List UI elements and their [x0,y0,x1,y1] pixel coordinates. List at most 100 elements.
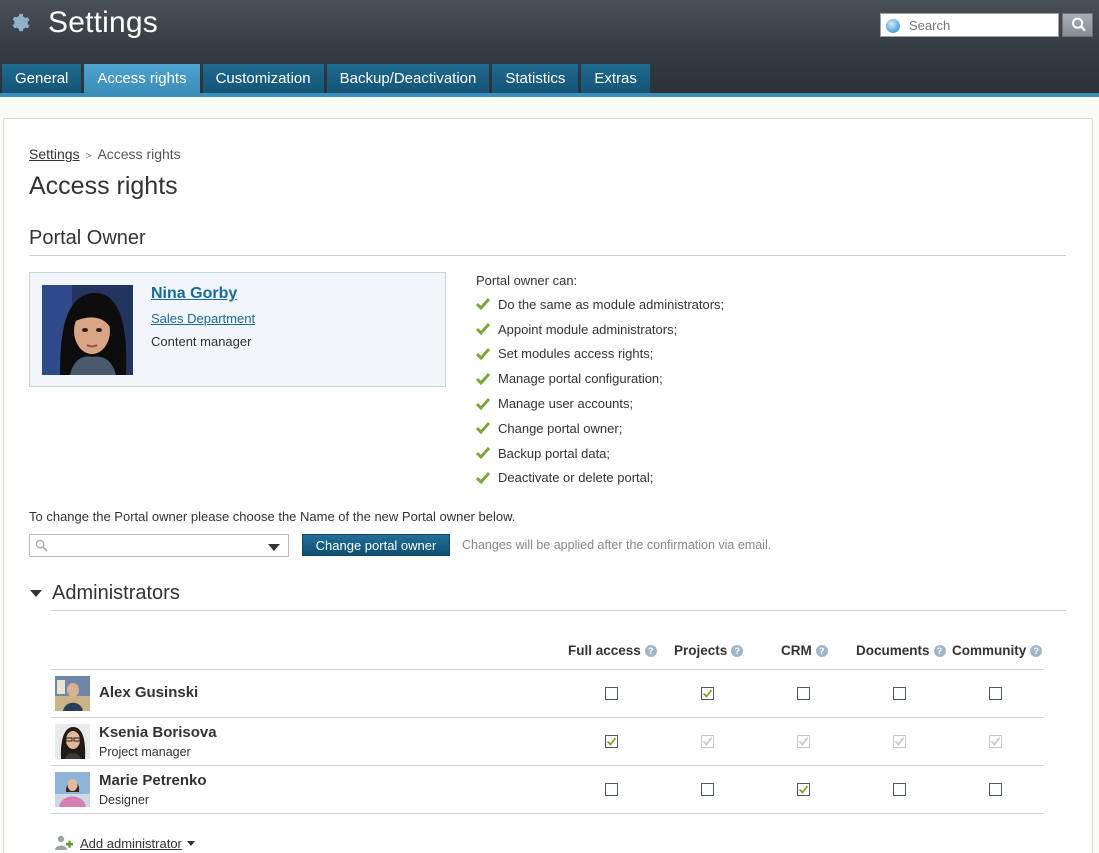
help-icon[interactable]: ? [815,644,828,657]
check-icon [894,737,905,746]
owner-can-text: Manage user accounts; [498,396,634,412]
col-header-label: Community [952,643,1027,658]
administrators-divider [51,610,1066,611]
col-header-community: Community? [952,643,1043,658]
app-header: Settings General Access rights Customiza… [0,0,1099,97]
check-icon [990,737,1001,746]
globe-icon [886,19,900,33]
checkbox-full-access[interactable] [605,687,618,700]
admin-role: Designer [99,793,150,807]
tab-access-rights[interactable]: Access rights [84,64,200,93]
tab-general[interactable]: General [2,64,82,93]
check-icon [798,785,809,794]
col-header-documents: Documents? [856,643,946,658]
app-title: Settings [48,6,158,39]
checkbox-documents[interactable] [893,687,906,700]
checkbox-full-access[interactable] [605,735,618,748]
help-icon[interactable]: ? [1030,644,1043,657]
page-title: Access rights [29,172,178,200]
table-divider [51,717,1044,718]
administrators-title: Administrators [52,582,180,604]
add-administrator[interactable]: Add administrator [55,834,195,852]
change-portal-owner-button[interactable]: Change portal owner [302,534,450,556]
owner-can-text: Appoint module administrators; [498,321,678,337]
portal-owner-title: Portal Owner [29,227,146,249]
admin-name: Alex Gusinski [99,684,199,701]
check-icon [702,737,713,746]
change-owner-instruction: To change the Portal owner please choose… [29,509,516,524]
checkbox-projects[interactable] [701,783,714,796]
search-box[interactable] [880,13,1059,37]
owner-can-text: Do the same as module administrators; [498,296,725,312]
search-input[interactable] [909,16,1054,34]
breadcrumb-current: Access rights [97,146,181,162]
col-header-label: CRM [781,643,812,658]
chevron-down-icon[interactable] [186,840,195,846]
tab-backup-deactivation[interactable]: Backup/Deactivation [326,64,490,93]
col-header-projects: Projects? [674,643,744,658]
avatar [55,724,90,759]
search-icon [35,539,48,552]
owner-can-text: Backup portal data; [498,445,611,461]
table-divider [51,669,1044,670]
check-icon [702,689,713,698]
check-icon [476,298,490,311]
tab-statistics[interactable]: Statistics [492,64,579,93]
add-user-icon [55,835,73,850]
tab-customization[interactable]: Customization [202,64,324,93]
checkbox-full-access[interactable] [605,783,618,796]
search-button[interactable] [1062,13,1093,37]
checkbox-crm[interactable] [797,687,810,700]
list-item: Do the same as module administrators; [476,292,724,317]
checkbox-crm[interactable] [797,783,810,796]
checkbox-community[interactable] [989,783,1002,796]
check-icon [476,323,490,336]
list-item: Manage user accounts; [476,391,724,416]
owner-can-text: Change portal owner; [498,420,623,436]
check-icon [476,372,490,385]
portal-owner-divider [29,255,1066,256]
list-item: Deactivate or delete portal; [476,466,724,491]
gear-icon [12,13,30,32]
owner-name-link[interactable]: Nina Gorby [151,285,237,303]
list-item: Set modules access rights; [476,342,724,367]
collapse-toggle-icon[interactable] [30,590,42,597]
tab-extras[interactable]: Extras [581,64,650,93]
list-item: Change portal owner; [476,416,724,441]
checkbox-documents[interactable] [893,783,906,796]
owner-can-text: Deactivate or delete portal; [498,470,654,486]
col-header-crm: CRM? [781,643,828,658]
change-owner-note: Changes will be applied after the confir… [462,538,772,552]
owner-card: Nina Gorby Sales Department Content mana… [29,272,446,387]
owner-department-link[interactable]: Sales Department [151,311,255,326]
tab-underline [0,93,1099,97]
col-header-label: Full access [568,643,641,658]
checkbox-community [989,735,1002,748]
help-icon[interactable]: ? [731,644,744,657]
breadcrumb-settings-link[interactable]: Settings [29,146,80,162]
search-icon [1071,17,1086,32]
check-icon [476,471,490,485]
check-icon [476,422,490,435]
owner-avatar [42,285,133,375]
checkbox-projects [701,735,714,748]
add-administrator-label[interactable]: Add administrator [80,836,182,851]
breadcrumb: Settings > Access rights [29,146,181,162]
help-icon[interactable]: ? [644,644,657,657]
checkbox-crm [797,735,810,748]
avatar [55,676,90,711]
owner-role: Content manager [151,334,252,349]
new-owner-select[interactable] [29,534,289,557]
chevron-down-icon [268,544,280,551]
admin-name: Ksenia Borisova [99,724,217,741]
checkbox-community[interactable] [989,687,1002,700]
owner-can-title: Portal owner can: [476,273,578,288]
table-divider [51,813,1044,814]
breadcrumb-separator: > [85,151,92,162]
help-icon[interactable]: ? [933,644,946,657]
checkbox-projects[interactable] [701,687,714,700]
list-item: Appoint module administrators; [476,317,724,342]
owner-can-text: Manage portal configuration; [498,371,663,387]
list-item: Manage portal configuration; [476,366,724,391]
checkbox-documents [893,735,906,748]
